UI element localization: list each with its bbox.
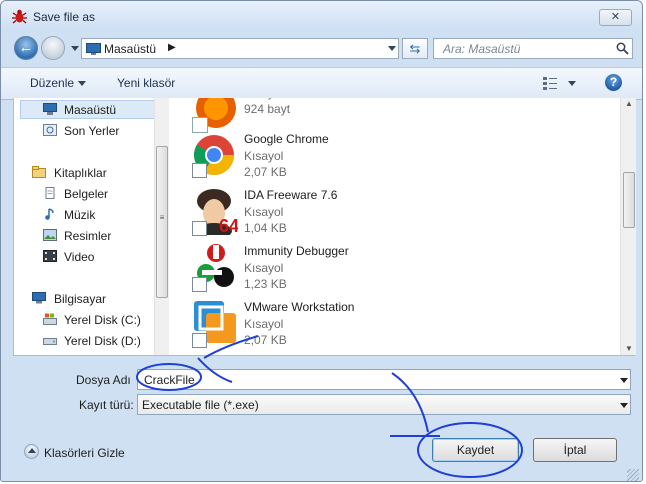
shortcut-arrow-icon (192, 333, 207, 348)
documents-icon (45, 187, 55, 199)
nav-item-libraries[interactable]: Kitaplıklar (14, 163, 154, 183)
nav-item-video[interactable]: Video (14, 247, 154, 267)
search-input[interactable]: Ara: Masaüstü (443, 42, 520, 56)
file-item[interactable]: 64 IDA Freeware 7.6 Kısayol 1,04 KB (170, 187, 610, 243)
nav-item-local-disk-c[interactable]: Yerel Disk (C:) (14, 310, 154, 330)
resize-grip[interactable] (627, 469, 639, 481)
desktop-icon (86, 43, 101, 55)
local-disk-c-icon (43, 313, 57, 325)
filename-dropdown-icon[interactable] (620, 378, 628, 383)
shortcut-arrow-icon (192, 163, 207, 178)
refresh-icon: ⇆ (409, 41, 421, 56)
window-title: Save file as (33, 10, 96, 24)
file-list: Kısayol 924 bayt Google Chrome Kısayol 2… (170, 98, 620, 355)
recent-places-icon (43, 124, 57, 136)
search-box[interactable]: Ara: Masaüstü (433, 38, 633, 59)
nav-item-pictures[interactable]: Resimler (14, 226, 154, 246)
file-list-scrollbar[interactable]: ▲ ▼ (620, 98, 636, 355)
address-bar[interactable]: Masaüstü ▶ (81, 38, 399, 59)
new-folder-button[interactable]: Yeni klasör (117, 76, 175, 90)
search-icon[interactable] (616, 42, 629, 55)
local-disk-d-icon (43, 338, 57, 345)
save-type-label: Kayıt türü: (79, 398, 134, 412)
breadcrumb-chevron-icon[interactable]: ▶ (168, 42, 176, 53)
view-dropdown-icon[interactable] (568, 81, 576, 86)
filename-input[interactable]: CrackFile (137, 369, 631, 390)
file-scroll-thumb[interactable] (623, 172, 635, 228)
cancel-button[interactable]: İptal (533, 438, 617, 462)
close-button[interactable]: ✕ (599, 9, 632, 26)
svg-text:64: 64 (219, 216, 238, 235)
nav-item-documents[interactable]: Belgeler (14, 184, 154, 204)
scroll-down-icon[interactable]: ▼ (622, 344, 636, 353)
forward-button[interactable] (41, 36, 65, 60)
organize-menu[interactable]: Düzenle (30, 76, 74, 90)
save-type-dropdown-icon[interactable] (620, 403, 628, 408)
nav-item-computer[interactable]: Bilgisayar (14, 289, 154, 309)
view-options-icon[interactable] (542, 75, 558, 91)
nav-item-recent-places[interactable]: Son Yerler (14, 121, 154, 141)
nav-scroll-thumb[interactable] (156, 146, 168, 298)
close-icon: ✕ (610, 11, 621, 23)
app-bug-icon (12, 9, 27, 24)
libraries-icon (32, 166, 46, 178)
save-dialog-window: Save file as ✕ ← Masaüstü ▶ ⇆ Ara: Masaü… (0, 0, 643, 482)
hide-folders-button[interactable]: Klasörleri Gizle (44, 446, 125, 460)
computer-icon (32, 292, 46, 304)
content-area: Masaüstü Son Yerler Kitaplıklar Belgeler… (13, 98, 636, 356)
scroll-up-icon[interactable]: ▲ (622, 99, 636, 108)
nav-item-desktop[interactable]: Masaüstü (14, 100, 154, 120)
shortcut-arrow-icon (192, 221, 207, 236)
hide-folders-icon[interactable] (24, 444, 39, 459)
file-item[interactable]: Google Chrome Kısayol 2,07 KB (170, 131, 610, 187)
file-item[interactable]: VMware Workstation Kısayol 2,07 KB (170, 299, 610, 355)
refresh-button[interactable]: ⇆ (402, 38, 428, 59)
organize-dropdown-icon[interactable] (78, 81, 86, 86)
desktop-icon (43, 103, 57, 115)
file-item[interactable]: Immunity Debugger Kısayol 1,23 KB (170, 243, 610, 299)
shortcut-arrow-icon (192, 277, 207, 292)
address-location[interactable]: Masaüstü (104, 42, 156, 56)
recent-pages-dropdown-icon[interactable] (71, 46, 79, 51)
nav-scrollbar[interactable]: ≡ (154, 98, 169, 355)
nav-item-music[interactable]: Müzik (14, 205, 154, 225)
navigation-pane: Masaüstü Son Yerler Kitaplıklar Belgeler… (14, 98, 169, 355)
save-button[interactable]: Kaydet (432, 438, 519, 462)
music-icon (45, 208, 54, 220)
back-arrow-icon: ← (18, 39, 34, 56)
address-dropdown-icon[interactable] (388, 46, 396, 51)
filename-value[interactable]: CrackFile (144, 373, 195, 387)
filename-label: Dosya Adı (76, 373, 131, 387)
title-bar[interactable]: Save file as ✕ (1, 1, 642, 31)
back-button[interactable]: ← (14, 36, 38, 60)
scroll-grip-icon: ≡ (159, 213, 165, 222)
nav-item-local-disk-d[interactable]: Yerel Disk (D:) (14, 331, 154, 351)
help-icon[interactable]: ? (605, 74, 622, 91)
pictures-icon (43, 229, 57, 241)
save-type-select[interactable]: Executable file (*.exe) (137, 394, 631, 415)
video-icon (43, 250, 57, 262)
